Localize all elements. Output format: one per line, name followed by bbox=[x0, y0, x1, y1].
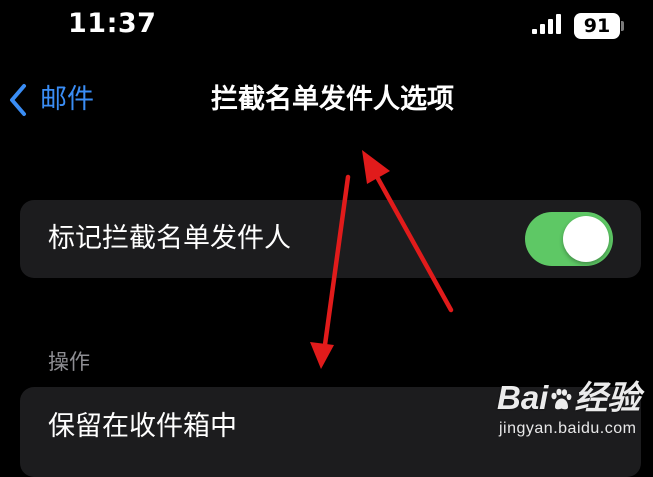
annotation-arrow-down-head bbox=[310, 342, 334, 369]
status-bar: 11:37 91 bbox=[0, 0, 653, 52]
back-label: 邮件 bbox=[40, 84, 94, 115]
status-time: 11:37 bbox=[68, 8, 157, 39]
annotation-arrow-up-head bbox=[362, 150, 390, 184]
option-keep-in-inbox-label: 保留在收件箱中 bbox=[48, 411, 237, 442]
toggle-knob bbox=[563, 216, 609, 262]
navigation-bar: 邮件 拦截名单发件人选项 bbox=[0, 70, 653, 130]
mark-blocked-senders-label: 标记拦截名单发件人 bbox=[48, 223, 291, 254]
chevron-left-icon bbox=[10, 84, 26, 116]
cellular-signal-icon bbox=[532, 14, 561, 34]
section-header-actions: 操作 bbox=[48, 350, 90, 374]
page-title: 拦截名单发件人选项 bbox=[211, 84, 454, 115]
battery-level: 91 bbox=[583, 15, 611, 37]
battery-icon: 91 bbox=[574, 13, 620, 39]
mark-blocked-senders-toggle[interactable] bbox=[525, 212, 613, 266]
battery-tip bbox=[621, 21, 624, 31]
back-button[interactable]: 邮件 bbox=[8, 82, 94, 118]
option-keep-in-inbox[interactable]: 保留在收件箱中 bbox=[20, 387, 641, 477]
mark-blocked-senders-cell: 标记拦截名单发件人 bbox=[20, 200, 641, 278]
